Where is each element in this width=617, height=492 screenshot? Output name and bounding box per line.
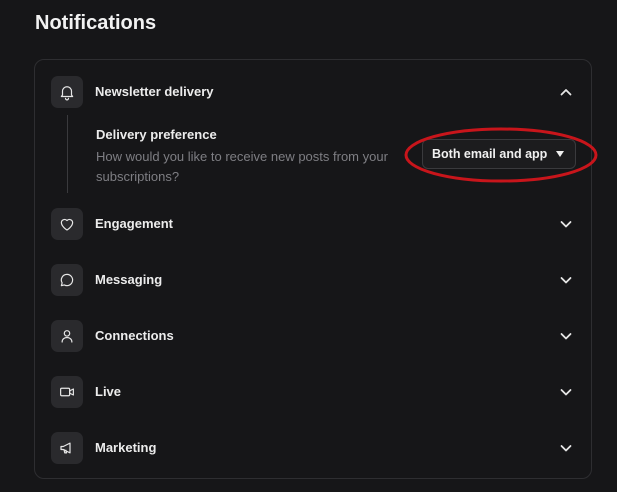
megaphone-icon <box>51 432 83 464</box>
delivery-preference-description: How would you like to receive new posts … <box>96 149 388 184</box>
page-title: Notifications <box>35 12 157 34</box>
chevron-down-icon[interactable] <box>559 441 573 455</box>
delivery-preference-title: Delivery preference <box>96 127 217 142</box>
section-messaging[interactable]: Messaging <box>51 264 577 296</box>
section-engagement[interactable]: Engagement <box>51 208 577 240</box>
tree-connector-line <box>67 115 68 193</box>
video-camera-icon <box>51 376 83 408</box>
section-label: Engagement <box>95 216 174 231</box>
heart-icon <box>51 208 83 240</box>
section-label: Connections <box>95 328 174 343</box>
section-label: Messaging <box>95 272 163 287</box>
notifications-page: Notifications Newsletter delivery Delive… <box>0 0 617 492</box>
chevron-down-icon[interactable] <box>559 217 573 231</box>
section-label: Marketing <box>95 440 157 455</box>
section-marketing[interactable]: Marketing <box>51 432 577 464</box>
chat-bubble-icon <box>51 264 83 296</box>
chevron-down-icon[interactable] <box>559 273 573 287</box>
chevron-down-icon[interactable] <box>559 329 573 343</box>
section-newsletter-delivery[interactable]: Newsletter delivery <box>51 76 577 108</box>
caret-down-icon <box>556 151 564 157</box>
delivery-preference-value: Both email and app <box>432 147 548 161</box>
section-label: Live <box>95 384 122 399</box>
person-icon <box>51 320 83 352</box>
delivery-preference-select[interactable]: Both email and app <box>422 139 576 169</box>
section-connections[interactable]: Connections <box>51 320 577 352</box>
section-live[interactable]: Live <box>51 376 577 408</box>
section-label: Newsletter delivery <box>95 84 214 99</box>
notifications-panel: Newsletter delivery Delivery preference … <box>34 59 592 479</box>
newsletter-delivery-content: Delivery preference How would you like t… <box>51 115 577 193</box>
chevron-down-icon[interactable] <box>559 385 573 399</box>
bell-icon <box>51 76 83 108</box>
chevron-up-icon[interactable] <box>559 85 573 99</box>
